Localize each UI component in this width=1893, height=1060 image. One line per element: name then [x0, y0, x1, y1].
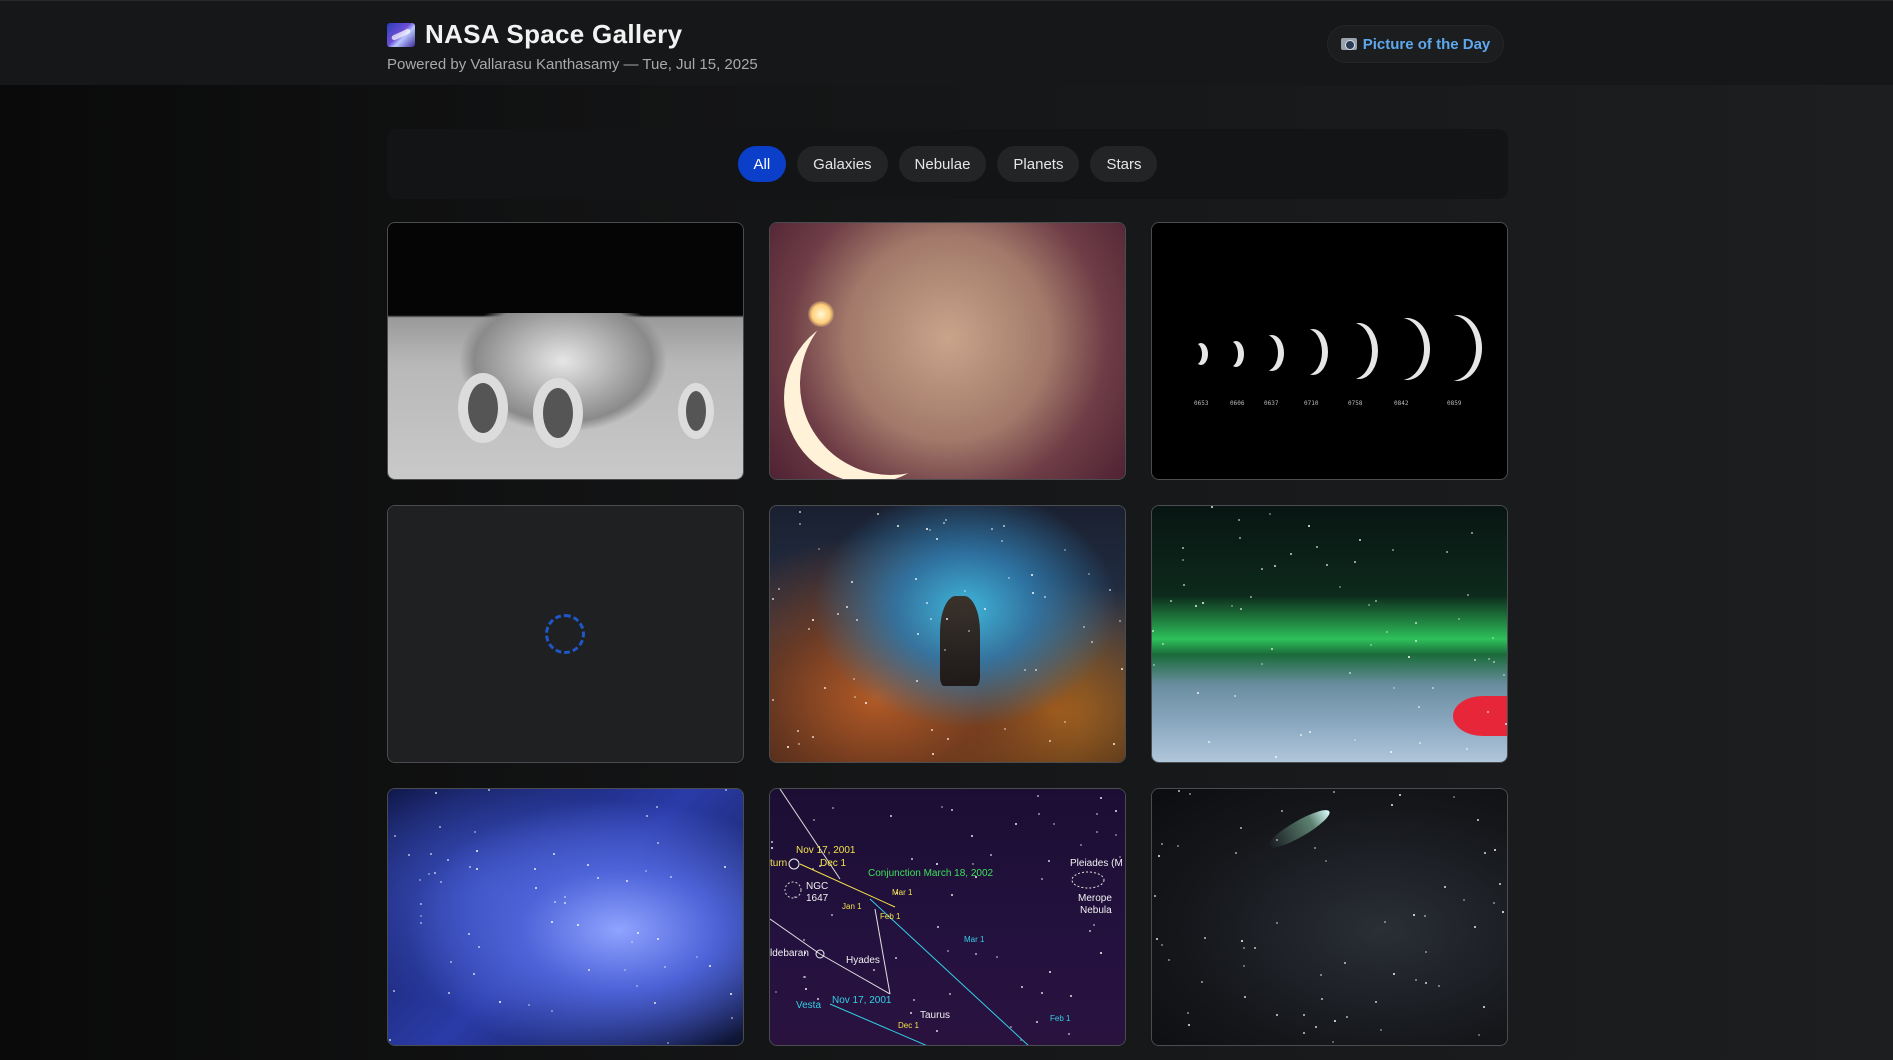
chart-label: Nov 17, 2001 [796, 845, 856, 856]
chart-label: Mar 1 [892, 888, 913, 897]
subtitle: Powered by Vallarasu Kanthasamy — Tue, J… [387, 56, 758, 73]
camera-icon [1340, 38, 1357, 50]
header: NASA Space Gallery Powered by Vallarasu … [0, 0, 1893, 85]
gallery-card-comet-cluster[interactable] [1151, 788, 1508, 1046]
chart-label: Conjunction March 18, 2002 [868, 868, 994, 879]
gallery-card-pleiades[interactable] [387, 788, 744, 1046]
chart-label: NGC [806, 881, 829, 892]
lunar-rover-image [388, 223, 743, 479]
chart-label: Nebula [1080, 905, 1112, 916]
chart-lines [770, 789, 1105, 1045]
chart-label: Jan 1 [842, 902, 862, 911]
chart-label: Dec 1 [898, 1021, 919, 1030]
filter-all[interactable]: All [737, 146, 787, 182]
filter-planets[interactable]: Planets [997, 146, 1080, 182]
phase-label: 0606 [1230, 400, 1245, 407]
chart-label: Mar 1 [964, 935, 985, 944]
chart-label: Dec 1 [820, 858, 847, 869]
pleiades-image [388, 789, 743, 1045]
filter-stars[interactable]: Stars [1090, 146, 1158, 182]
chart-label: Nov 17, 2001 [832, 995, 892, 1006]
filter-galaxies[interactable]: Galaxies [797, 146, 888, 182]
gallery-card-eagle-nebula[interactable] [769, 505, 1126, 763]
image-placeholder [388, 506, 743, 762]
chart-label: Taurus [920, 1010, 951, 1021]
milky-way-icon [387, 22, 415, 47]
picture-of-the-day-button[interactable]: Picture of the Day [1327, 25, 1504, 63]
chart-label: Pleiades (M [1070, 858, 1123, 869]
phase-label: 0637 [1264, 400, 1279, 407]
chart-label: Feb 1 [1050, 1014, 1071, 1023]
phase-label: 0653 [1194, 400, 1209, 407]
gallery-grid: 0653 0606 0637 0710 0758 0842 0859 Nov 1… [387, 222, 1508, 1046]
filter-bar: All Galaxies Nebulae Planets Stars [387, 129, 1508, 199]
chart-label: turn [770, 858, 788, 869]
venus-phases-image: 0653 0606 0637 0710 0758 0842 0859 [1152, 223, 1507, 479]
chart-label: Merope [1078, 893, 1112, 904]
star-chart-image: Nov 17, 2001 Dec 1 turn Conjunction Marc… [770, 789, 1125, 1045]
gallery-card-venus-phases[interactable]: 0653 0606 0637 0710 0758 0842 0859 [1151, 222, 1508, 480]
eagle-nebula-image [770, 506, 1125, 762]
brand: NASA Space Gallery Powered by Vallarasu … [387, 19, 758, 73]
phase-label: 0859 [1447, 400, 1462, 407]
starfield [1152, 789, 1507, 1045]
chart-label: Feb 1 [880, 912, 901, 921]
gallery-card-aurora[interactable] [1151, 505, 1508, 763]
filter-nebulae[interactable]: Nebulae [898, 146, 987, 182]
picture-of-the-day-label: Picture of the Day [1362, 35, 1491, 53]
starfield [388, 789, 743, 1045]
glowing-sphere-image [770, 223, 1125, 479]
gallery-card-loading[interactable] [387, 505, 744, 763]
app-title: NASA Space Gallery [425, 19, 683, 49]
chart-label: 1647 [806, 893, 829, 904]
gallery-card-lunar-rover[interactable] [387, 222, 744, 480]
comet-cluster-image [1152, 789, 1507, 1045]
phase-label: 0842 [1394, 400, 1409, 407]
starfield [770, 506, 1125, 762]
aurora-image [1152, 506, 1507, 762]
gallery-card-glowing-sphere[interactable] [769, 222, 1126, 480]
chart-label: Vesta [796, 1000, 822, 1011]
chart-label: Hyades [846, 955, 880, 966]
phase-label: 0758 [1348, 400, 1363, 407]
gallery-card-star-chart[interactable]: Nov 17, 2001 Dec 1 turn Conjunction Marc… [769, 788, 1126, 1046]
phase-label: 0710 [1304, 400, 1319, 407]
starfield [1152, 506, 1507, 762]
loading-spinner-icon [545, 614, 585, 654]
chart-label: ldebaran [770, 948, 809, 959]
